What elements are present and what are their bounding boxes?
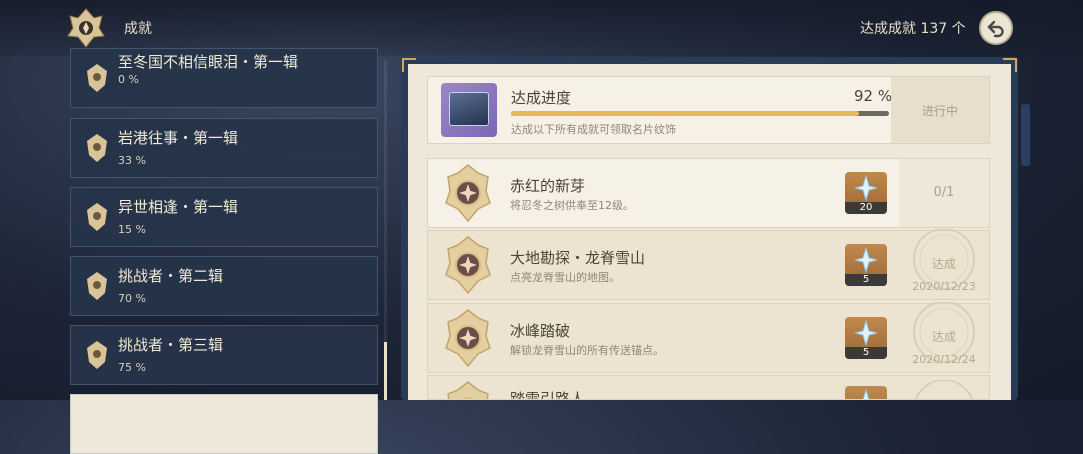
category-percent: 15 % — [118, 223, 146, 236]
category-name: 挑战者・第三辑 — [118, 336, 224, 354]
achievement-description: 点亮龙脊雪山的地图。 — [510, 271, 620, 284]
completed-stamp-icon — [915, 380, 973, 399]
achievement-row[interactable]: 冰峰踏破 解锁龙脊雪山的所有传送锚点。 5 达成 2020/12/24 — [427, 302, 990, 373]
primogem-icon — [854, 320, 878, 346]
back-arrow-icon — [987, 20, 1004, 38]
progress-status: 进行中 — [891, 77, 989, 143]
progress-percent: 92 % — [854, 87, 893, 105]
completed-label: 达成 — [931, 330, 956, 344]
progress-status-label: 进行中 — [921, 103, 958, 118]
completed-date: 2020/12/24 — [912, 353, 976, 366]
reward-item[interactable]: 5 — [845, 317, 887, 359]
category-item[interactable]: 挑战者・第二辑 70 % — [70, 256, 378, 316]
category-badge-icon — [87, 203, 107, 231]
completed-date: 2020/12/23 — [912, 280, 976, 293]
panel-corner-ornament — [402, 58, 416, 72]
progress-bar — [511, 111, 889, 116]
category-list: 至冬国不相信眼泪・第一辑 0 % 岩港往事・第一辑 33 % 异世相逢・第一辑 … — [64, 48, 386, 454]
achievement-medal-icon — [445, 164, 491, 223]
reward-count: 20 — [845, 202, 887, 214]
achievement-description: 解锁龙脊雪山的所有传送锚点。 — [510, 344, 664, 357]
category-badge-icon — [87, 341, 107, 369]
reward-item[interactable] — [845, 386, 887, 399]
achievement-title: 冰峰踏破 — [510, 322, 571, 340]
achievement-status: 达成 2020/12/24 — [899, 302, 989, 372]
achievement-emblem-icon — [67, 8, 105, 48]
category-badge-icon — [87, 64, 107, 92]
achievement-status: 0/1 — [899, 159, 989, 227]
namecard-icon — [441, 83, 497, 137]
panel-side-handle — [1021, 104, 1030, 166]
reward-count: 5 — [845, 347, 887, 359]
achievement-row[interactable]: 踏雪引路人 — [427, 375, 990, 400]
achievement-medal-icon — [445, 236, 491, 295]
back-button[interactable] — [979, 11, 1013, 45]
category-badge-icon — [87, 134, 107, 162]
category-percent: 0 % — [118, 73, 139, 86]
category-scroll-thumb[interactable] — [384, 342, 387, 400]
category-percent: 75 % — [118, 361, 146, 374]
page-title: 成就 — [124, 21, 152, 37]
category-percent: 33 % — [118, 154, 146, 167]
achievement-title: 大地勘探・龙脊雪山 — [510, 249, 646, 267]
reward-item[interactable]: 5 — [845, 244, 887, 286]
primogem-icon — [854, 175, 878, 201]
achievement-status — [899, 376, 989, 399]
category-item[interactable]: 挑战者・第三辑 75 % — [70, 325, 378, 385]
category-percent: 70 % — [118, 292, 146, 305]
achievement-row[interactable]: 赤红的新芽 将忍冬之树供奉至12级。 20 0/1 — [427, 158, 990, 228]
category-item[interactable]: 岩港往事・第一辑 33 % — [70, 118, 378, 178]
achievement-medal-icon — [445, 309, 491, 368]
panel-corner-ornament — [1003, 58, 1017, 72]
reward-item[interactable]: 20 — [845, 172, 887, 214]
achievement-status: 达成 2020/12/23 — [899, 229, 989, 299]
category-name: 至冬国不相信眼泪・第一辑 — [118, 53, 299, 71]
primogem-icon — [862, 389, 870, 399]
achievement-title: 踏雪引路人 — [510, 390, 586, 400]
category-item[interactable]: 异世相逢・第一辑 15 % — [70, 187, 378, 247]
achievement-progress-count: 0/1 — [933, 185, 955, 200]
progress-description: 达成以下所有成就可领取名片纹饰 — [511, 123, 676, 136]
category-name: 岩港往事・第一辑 — [118, 129, 239, 147]
progress-title: 达成进度 — [511, 89, 572, 107]
category-name: 挑战者・第二辑 — [118, 267, 224, 285]
achievement-medal-icon — [447, 381, 489, 399]
progress-card: 达成进度 92 % 达成以下所有成就可领取名片纹饰 进行中 — [427, 76, 990, 144]
category-item[interactable]: 至冬国不相信眼泪・第一辑 0 % — [70, 48, 378, 108]
completed-label: 达成 — [931, 257, 956, 271]
reward-count: 5 — [845, 274, 887, 286]
category-item-selected[interactable] — [70, 394, 378, 454]
achievement-description: 将忍冬之树供奉至12级。 — [510, 199, 634, 212]
category-name: 异世相逢・第一辑 — [118, 198, 239, 216]
primogem-icon — [854, 247, 878, 273]
achievement-title: 赤红的新芽 — [510, 177, 586, 195]
progress-bar-fill — [511, 111, 859, 116]
category-badge-icon — [87, 272, 107, 300]
achieved-count: 达成成就 137 个 — [860, 21, 966, 37]
achievement-row[interactable]: 大地勘探・龙脊雪山 点亮龙脊雪山的地图。 5 达成 2020/12/23 — [427, 229, 990, 300]
